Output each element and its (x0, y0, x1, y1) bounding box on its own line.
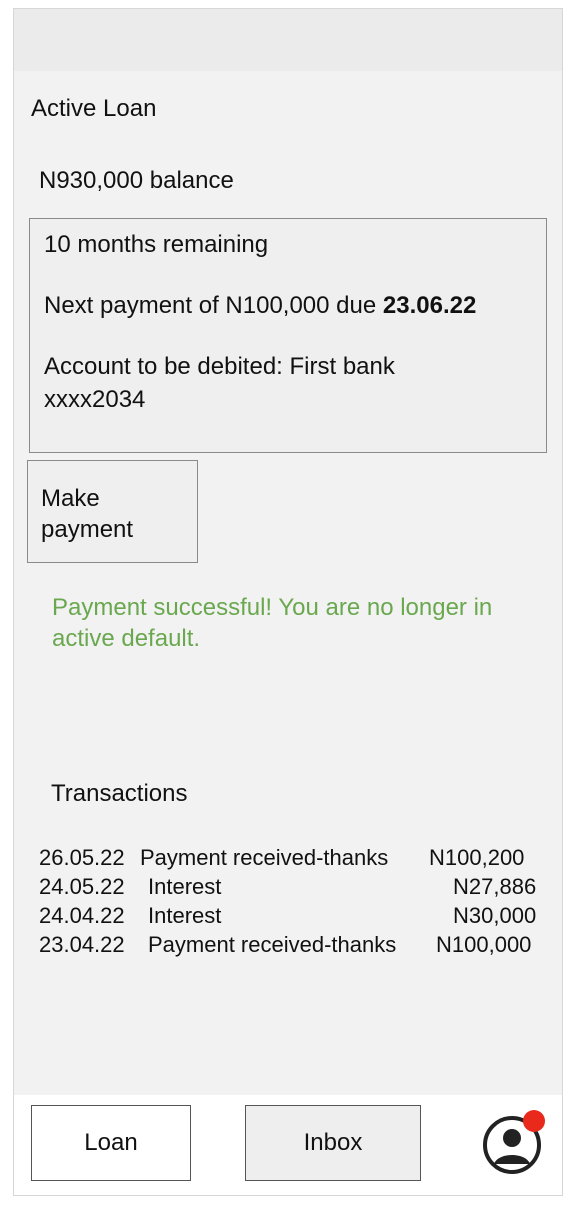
page-title: Active Loan (31, 95, 157, 122)
profile-button[interactable] (482, 1109, 548, 1175)
next-payment-date: 23.06.22 (382, 292, 477, 319)
make-payment-label-line1: Make (41, 485, 100, 512)
make-payment-label-line2: payment (41, 516, 134, 543)
profile-icon (483, 1110, 545, 1174)
status-bar (14, 9, 562, 71)
loan-balance: N930,000 balance (39, 167, 234, 194)
transactions-title: Transactions (51, 780, 188, 807)
transaction-description: Interest (148, 903, 222, 928)
make-payment-button[interactable]: Make payment (27, 460, 198, 563)
debit-account-number: xxxx2034 (44, 386, 146, 413)
months-remaining: 10 months remaining (44, 231, 269, 258)
notification-dot-icon (523, 1110, 545, 1132)
transaction-description: Payment received-thanks (140, 845, 389, 870)
payment-success-message: Payment successful! You are no longer in… (52, 594, 493, 652)
nav-loan-button[interactable]: Loan (31, 1105, 191, 1181)
transaction-description: Payment received-thanks (148, 932, 397, 957)
transaction-amount: N100,200 (429, 845, 525, 870)
transaction-date: 24.05.22 (39, 874, 125, 899)
transaction-amount: N30,000 (453, 903, 537, 928)
loan-details-card: 10 months remaining Next payment of N100… (29, 218, 547, 453)
transaction-description: Interest (148, 874, 222, 899)
transaction-amount: N100,000 (436, 932, 532, 957)
phone-screen: Active Loan N930,000 balance 10 months r… (13, 8, 563, 1196)
transaction-date: 23.04.22 (39, 932, 125, 957)
next-payment-text: Next payment of N100,000 due (44, 292, 383, 319)
transaction-amount: N27,886 (453, 874, 537, 899)
next-payment: Next payment of N100,000 due 23.06.22 (44, 292, 476, 320)
debit-account-label: Account to be debited: First bank (44, 353, 395, 380)
transaction-date: 26.05.22 (39, 845, 125, 870)
nav-inbox-button[interactable]: Inbox (245, 1105, 421, 1181)
bottom-nav: Loan Inbox (14, 1095, 562, 1195)
transaction-date: 24.04.22 (39, 903, 125, 928)
